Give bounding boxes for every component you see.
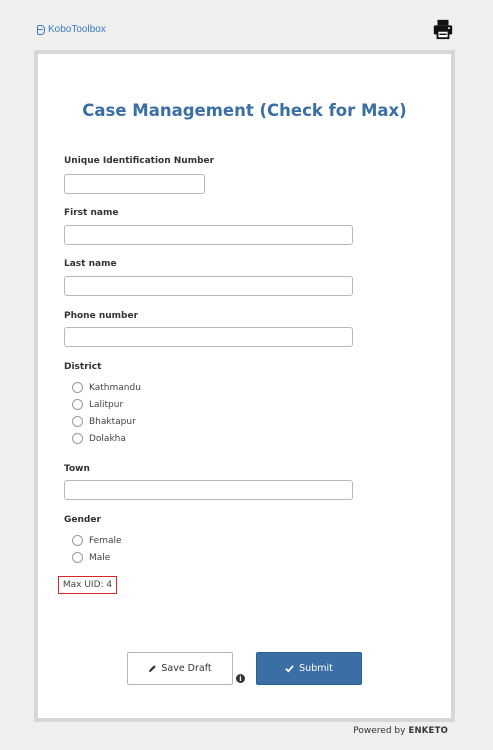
- option-label: Kathmandu: [89, 382, 141, 393]
- powered-by-footer: Powered by ENKETO: [353, 726, 448, 736]
- form-card: Case Management (Check for Max) Unique I…: [34, 50, 455, 722]
- top-bar: KoboToolbox: [0, 0, 493, 48]
- save-draft-label: Save Draft: [161, 663, 212, 674]
- phone-label: Phone number: [64, 311, 139, 321]
- pencil-icon: [149, 665, 157, 673]
- district-option-dolakha[interactable]: Dolakha: [72, 433, 126, 444]
- gender-label: Gender: [64, 515, 101, 525]
- uid-label: Unique Identification Number: [64, 156, 215, 166]
- radio-button[interactable]: [72, 433, 83, 444]
- district-option-kathmandu[interactable]: Kathmandu: [72, 382, 141, 393]
- gender-option-male[interactable]: Male: [72, 552, 110, 563]
- district-option-lalitpur[interactable]: Lalitpur: [72, 399, 123, 410]
- district-label: District: [64, 362, 102, 372]
- submit-label: Submit: [299, 663, 333, 674]
- option-label: Bhaktapur: [89, 416, 136, 427]
- powered-by-text: Powered by: [353, 726, 406, 736]
- max-uid-note: Max UID: 4: [58, 576, 117, 594]
- kobotoolbox-logo[interactable]: KoboToolbox: [37, 24, 106, 35]
- form-title: Case Management (Check for Max): [82, 101, 407, 120]
- phone-input[interactable]: [64, 327, 353, 347]
- first-name-input[interactable]: [64, 225, 353, 245]
- uid-input[interactable]: [64, 174, 205, 194]
- save-draft-button[interactable]: Save Draft: [127, 652, 233, 685]
- radio-button[interactable]: [72, 416, 83, 427]
- submit-button[interactable]: Submit: [256, 652, 362, 685]
- info-icon[interactable]: i: [236, 674, 245, 683]
- logo-text: KoboToolbox: [48, 24, 106, 35]
- radio-button[interactable]: [72, 382, 83, 393]
- print-icon[interactable]: [432, 18, 454, 40]
- kobo-logo-icon: [37, 24, 45, 35]
- option-label: Dolakha: [89, 433, 126, 444]
- option-label: Female: [89, 535, 122, 546]
- district-option-bhaktapur[interactable]: Bhaktapur: [72, 416, 136, 427]
- radio-button[interactable]: [72, 399, 83, 410]
- gender-option-female[interactable]: Female: [72, 535, 122, 546]
- last-name-label: Last name: [64, 259, 117, 269]
- last-name-input[interactable]: [64, 276, 353, 296]
- radio-button[interactable]: [72, 535, 83, 546]
- checkmark-icon: [285, 665, 294, 673]
- town-input[interactable]: [64, 480, 353, 500]
- radio-button[interactable]: [72, 552, 83, 563]
- first-name-label: First name: [64, 208, 119, 218]
- enketo-logo[interactable]: ENKETO: [408, 726, 448, 736]
- option-label: Male: [89, 552, 111, 563]
- option-label: Lalitpur: [89, 399, 124, 410]
- town-label: Town: [64, 464, 90, 474]
